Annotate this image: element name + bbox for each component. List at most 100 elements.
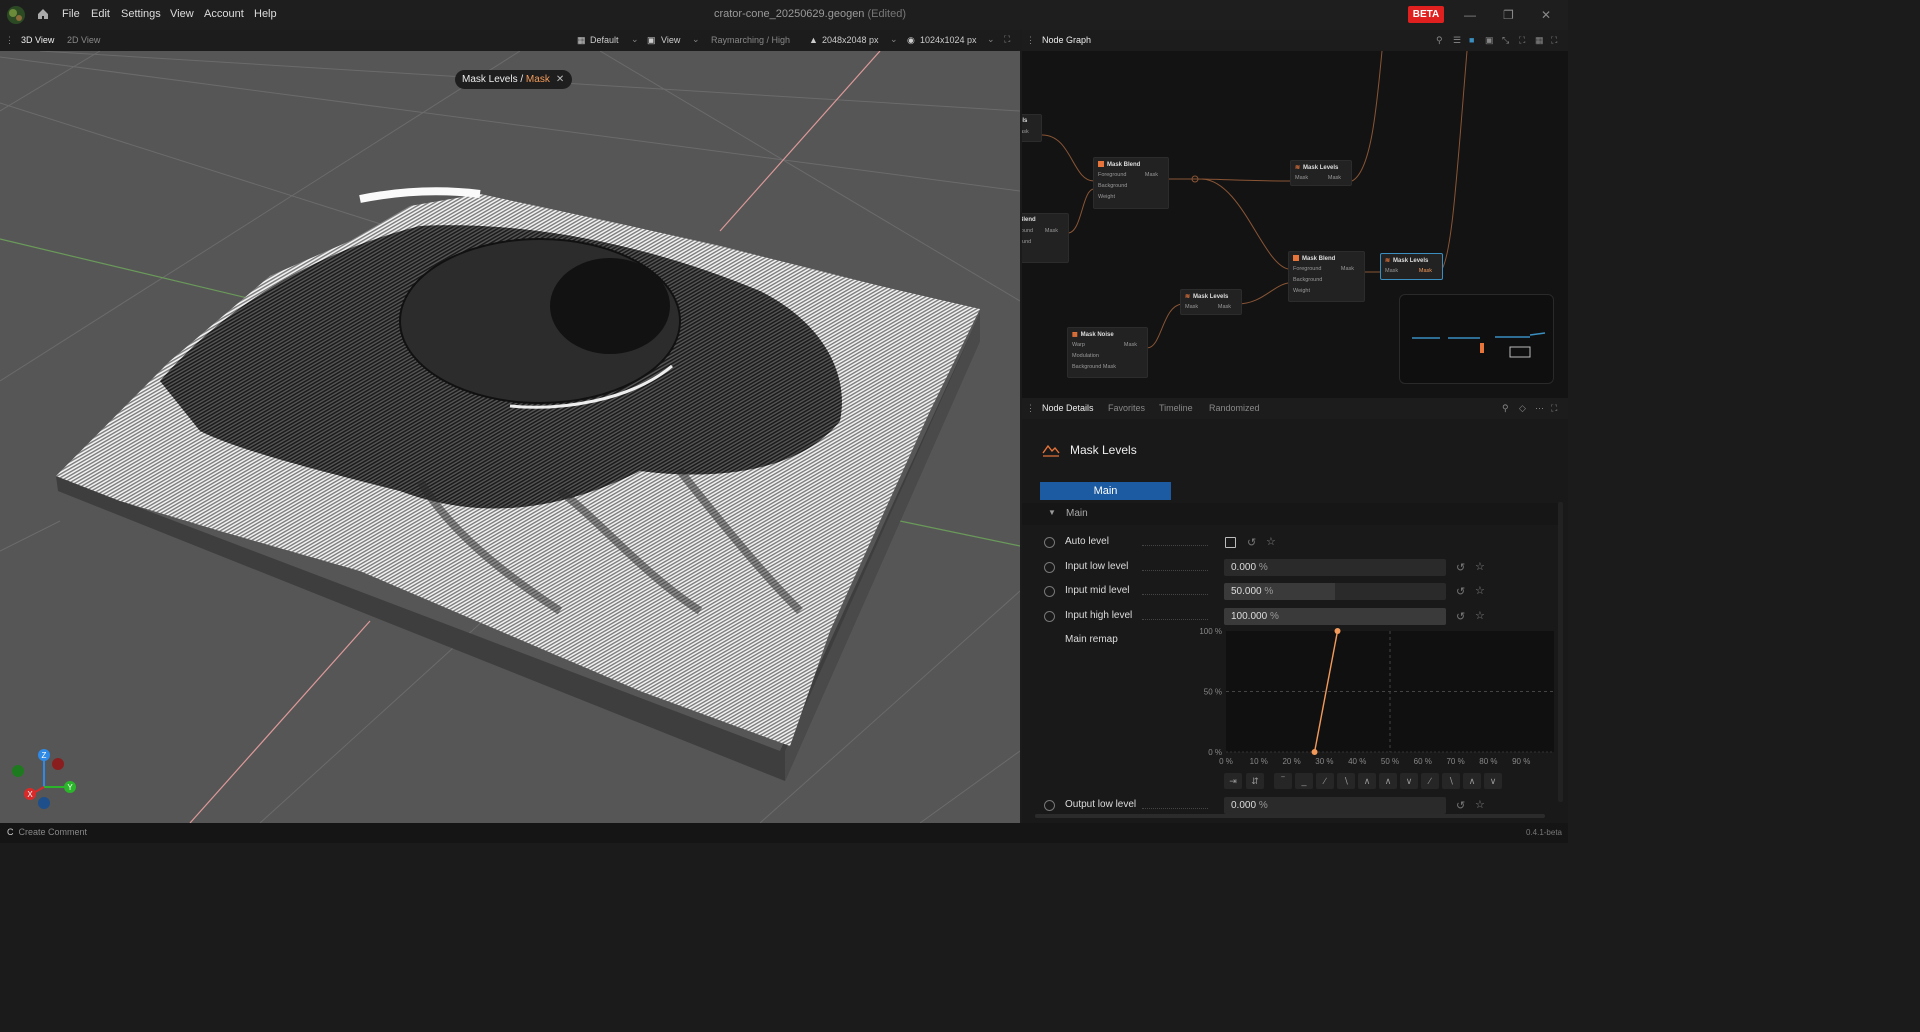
curve-preset-low-icon[interactable]: _ (1295, 773, 1313, 789)
menu-file[interactable]: File (62, 8, 80, 20)
drag-handle-icon[interactable]: ⋮ (1026, 403, 1035, 414)
graph-node[interactable]: Mask Blend Foreground Mask Background Wei… (1288, 251, 1365, 302)
minimize-icon[interactable]: — (1464, 8, 1476, 22)
output-port[interactable]: Mask (1341, 266, 1354, 272)
list-icon[interactable]: ☰ (1453, 35, 1461, 46)
output-port[interactable]: Mask (1124, 342, 1137, 348)
curve-preset-high-icon[interactable]: ‾ (1274, 773, 1292, 789)
favorite-star-icon[interactable]: ☆ (1475, 798, 1485, 811)
menu-account[interactable]: Account (204, 8, 244, 20)
curve-graph[interactable]: 100 % 50 % 0 %0 % 10 % 20 % 30 % 40 % 50 % 60 % 7… (1192, 627, 1562, 773)
output-port[interactable]: Mask (1145, 172, 1158, 178)
reset-icon[interactable]: ↺ (1247, 536, 1256, 549)
fit-icon[interactable]: ⛶ (1519, 35, 1525, 46)
menu-settings[interactable]: Settings (121, 8, 161, 20)
tab-timeline[interactable]: Timeline (1159, 403, 1193, 413)
tab-randomized[interactable]: Randomized (1209, 403, 1260, 413)
chevron-down-icon[interactable]: ⌄ (890, 34, 898, 45)
fullscreen-icon[interactable]: ⛶ (1004, 34, 1010, 45)
expose-radio[interactable] (1044, 562, 1055, 573)
node-port[interactable]: Weight (1094, 192, 1168, 203)
drag-handle-icon[interactable]: ⋮ (1026, 35, 1035, 46)
preview-resolution-dropdown[interactable]: 1024x1024 px (920, 35, 977, 45)
node-port[interactable]: Background Mask (1068, 362, 1147, 373)
horizontal-scrollbar[interactable] (1035, 814, 1545, 818)
vertical-scrollbar[interactable] (1558, 502, 1563, 802)
output-port[interactable]: Mask (1045, 228, 1058, 234)
output-port[interactable]: Mask (1328, 175, 1341, 181)
expose-radio[interactable] (1044, 611, 1055, 622)
pin-icon[interactable]: ◇ (1519, 403, 1526, 414)
node-port[interactable]: Warp Mask (1068, 340, 1147, 351)
curve-preset-bell-icon[interactable]: ∧ (1463, 773, 1481, 789)
curve-preset-v-icon[interactable]: ∨ (1484, 773, 1502, 789)
graph-node-selected[interactable]: ≋ Mask Levels Mask Mask (1380, 253, 1443, 280)
graph-node[interactable]: ≋ Mask Levels Mask Mask (1180, 289, 1242, 315)
favorite-star-icon[interactable]: ☆ (1475, 560, 1485, 573)
fullscreen-icon[interactable]: ⛶ (1551, 403, 1557, 414)
node-port[interactable]: Modulation (1068, 351, 1147, 362)
node-port[interactable]: Mask Mask (1181, 302, 1241, 313)
curve-preset-ramp-down-icon[interactable]: ∖ (1442, 773, 1460, 789)
menu-view[interactable]: View (170, 8, 194, 20)
more-icon[interactable]: ⋯ (1535, 403, 1544, 414)
input-mid-level-slider[interactable]: 50.000 % (1224, 583, 1446, 600)
search-icon[interactable]: ⚲ (1436, 35, 1443, 46)
graph-node[interactable]: ▩ Mask Noise Warp Mask Modulation Backgrou… (1067, 327, 1148, 378)
expose-radio[interactable] (1044, 537, 1055, 548)
favorite-star-icon[interactable]: ☆ (1475, 584, 1485, 597)
curve-preset-peak-icon[interactable]: ∧ (1358, 773, 1376, 789)
expose-radio[interactable] (1044, 800, 1055, 811)
layout-icon[interactable]: ■ (1469, 35, 1474, 45)
resolution-dropdown[interactable]: 2048x2048 px (822, 35, 879, 45)
node-port[interactable]: Foreground Mask (1094, 170, 1168, 181)
node-port[interactable]: lask (1022, 127, 1041, 138)
node-port[interactable]: Mask Mask (1381, 266, 1442, 277)
node-port[interactable]: Foreground Mask (1289, 264, 1364, 275)
expand-icon[interactable]: ⤡ (1502, 35, 1509, 46)
node-port[interactable]: Mask Mask (1291, 173, 1351, 184)
collapse-triangle-icon[interactable]: ▼ (1048, 508, 1056, 517)
chevron-down-icon[interactable]: ⌄ (692, 34, 700, 45)
maximize-icon[interactable]: ❐ (1503, 8, 1514, 22)
auto-level-checkbox[interactable] (1225, 537, 1236, 548)
tab-node-details[interactable]: Node Details (1042, 403, 1094, 413)
curve-preset-ramp-icon[interactable]: ∕ (1421, 773, 1439, 789)
section-header-main[interactable]: ▼ Main (1022, 503, 1558, 525)
graph-node[interactable]: Blend round Mask ound (1022, 213, 1069, 263)
curve-fit-height-icon[interactable]: ⇵ (1246, 773, 1264, 789)
frame-icon[interactable]: ▣ (1485, 35, 1494, 46)
tab-main[interactable]: Main (1040, 482, 1171, 500)
menu-help[interactable]: Help (254, 8, 277, 20)
expose-radio[interactable] (1044, 586, 1055, 597)
node-port[interactable]: ound (1022, 237, 1068, 248)
tab-2d-view[interactable]: 2D View (67, 35, 100, 45)
graph-node[interactable]: Mask Blend Foreground Mask Background Wei… (1093, 157, 1169, 209)
center-icon[interactable]: ▦ (1535, 35, 1544, 46)
curve-control-point[interactable] (1311, 749, 1318, 755)
curve-fit-width-icon[interactable]: ⇥ (1224, 773, 1242, 789)
render-mode[interactable]: Raymarching / High (711, 35, 790, 45)
output-low-level-slider[interactable]: 0.000 % (1224, 797, 1446, 814)
chevron-down-icon[interactable]: ⌄ (987, 34, 995, 45)
node-port[interactable]: Weight (1289, 286, 1364, 297)
curve-control-point[interactable] (1334, 628, 1341, 634)
preset-dropdown[interactable]: Default (590, 35, 619, 45)
view-dropdown[interactable]: View (661, 35, 680, 45)
tab-favorites[interactable]: Favorites (1108, 403, 1145, 413)
curve-preset-inverse-icon[interactable]: ∖ (1337, 773, 1355, 789)
fullscreen-icon[interactable]: ⛶ (1551, 35, 1557, 46)
favorite-star-icon[interactable]: ☆ (1266, 535, 1276, 548)
search-icon[interactable]: ⚲ (1502, 403, 1509, 414)
output-port[interactable]: Mask (1419, 268, 1432, 274)
favorite-star-icon[interactable]: ☆ (1475, 609, 1485, 622)
reset-icon[interactable]: ↺ (1456, 799, 1465, 812)
close-icon[interactable]: ✕ (556, 74, 564, 85)
input-high-level-slider[interactable]: 100.000 % (1224, 608, 1446, 625)
node-graph-canvas[interactable]: els lask Mask Blend Foreground Mask Backg… (1022, 51, 1568, 398)
reset-icon[interactable]: ↺ (1456, 610, 1465, 623)
reset-icon[interactable]: ↺ (1456, 585, 1465, 598)
graph-node[interactable]: ≋ Mask Levels Mask Mask (1290, 160, 1352, 186)
output-port[interactable]: Mask (1218, 304, 1231, 310)
create-comment-hint[interactable]: C Create Comment (7, 827, 87, 837)
